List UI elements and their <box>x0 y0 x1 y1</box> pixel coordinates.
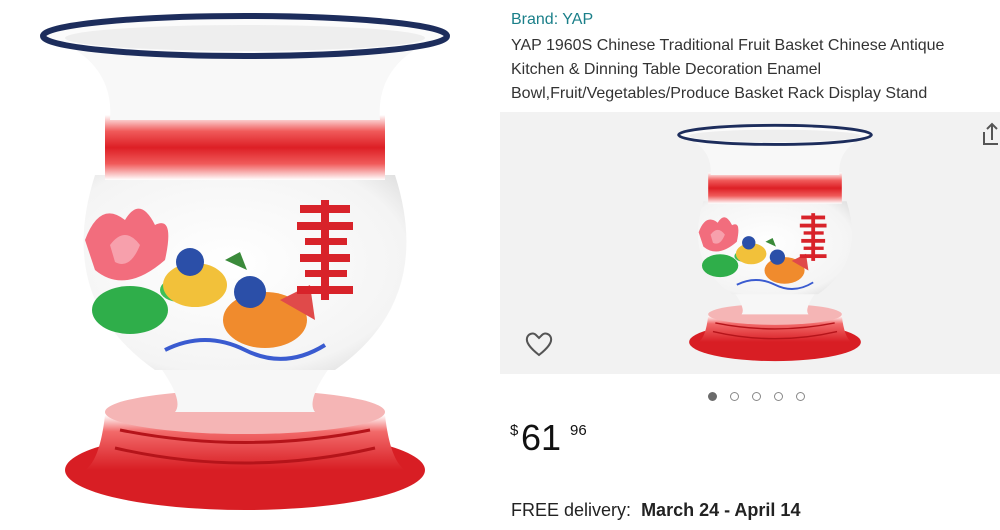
pagination-dot-2[interactable] <box>730 392 739 401</box>
heart-outline-icon[interactable] <box>524 330 554 358</box>
pagination-dot-3[interactable] <box>752 392 761 401</box>
pagination-dot-4[interactable] <box>774 392 783 401</box>
price-whole: 61 <box>521 417 562 458</box>
price-fraction: 96 <box>570 422 587 439</box>
price-currency: $ <box>510 422 519 439</box>
pagination-dot-1[interactable] <box>708 392 717 401</box>
product-title: YAP 1960S Chinese Traditional Fruit Bask… <box>511 37 945 102</box>
share-icon[interactable] <box>980 120 1000 148</box>
pagination-dot-5[interactable] <box>796 392 805 401</box>
enamel-vase-image <box>0 0 490 525</box>
product-detail-panel: Brand: YAP YAP 1960S Chinese Traditional… <box>500 0 1000 525</box>
delivery-dates: March 24 - April 14 <box>641 500 801 520</box>
delivery-info: FREE delivery: March 24 - April 14 <box>511 500 800 521</box>
gallery-product-image <box>677 123 873 363</box>
delivery-label: FREE delivery: <box>511 500 632 520</box>
gallery-pagination <box>708 392 805 401</box>
product-main-image <box>0 0 490 525</box>
brand-link[interactable]: Brand: YAP <box>511 11 593 29</box>
image-gallery[interactable] <box>500 112 1000 374</box>
